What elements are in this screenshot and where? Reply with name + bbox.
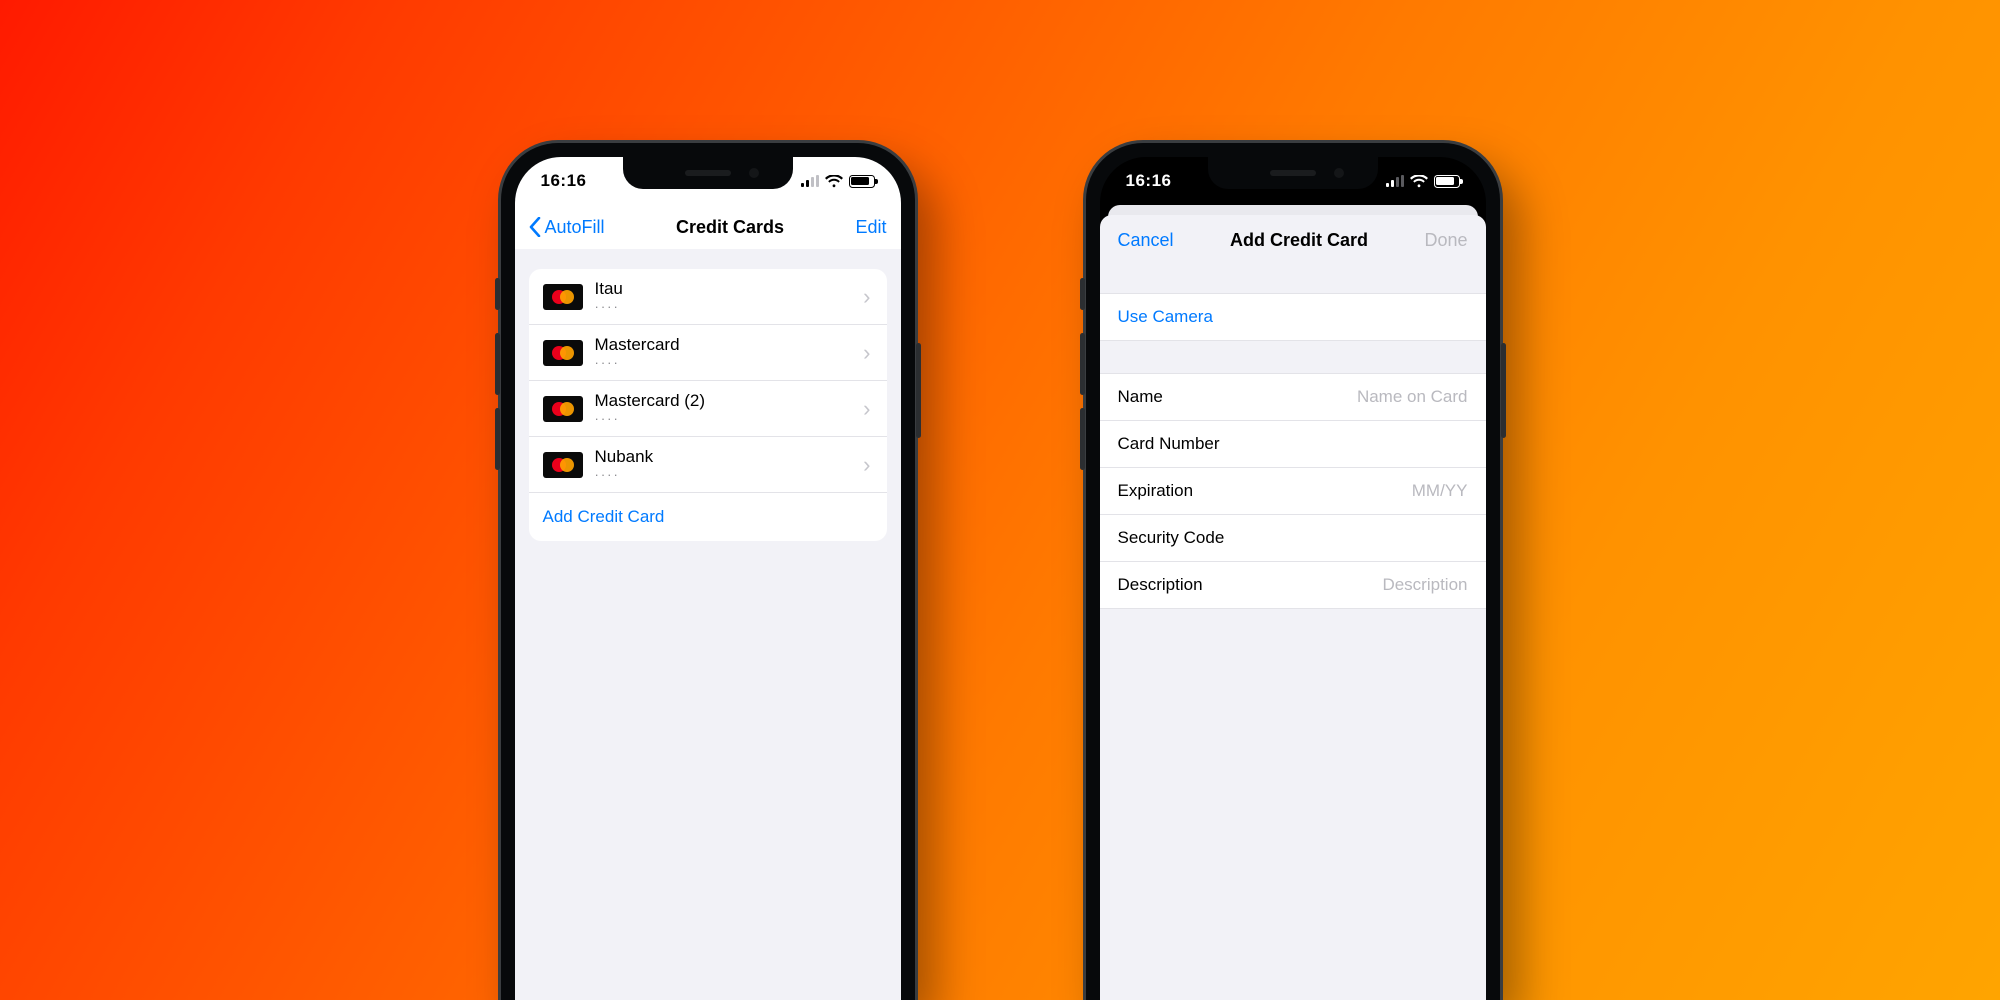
phones-row: 16:16 AutoFill <box>498 140 1503 1000</box>
sheet-title: Add Credit Card <box>1230 230 1368 251</box>
card-row[interactable]: Mastercard ···· › <box>529 325 887 381</box>
field-label: Expiration <box>1118 481 1194 501</box>
card-masked: ···· <box>595 356 852 369</box>
wifi-icon <box>825 175 843 188</box>
card-name: Mastercard (2) <box>595 392 852 411</box>
card-text: Nubank ···· <box>595 448 852 482</box>
cellular-icon <box>1386 175 1404 187</box>
mute-switch <box>1080 278 1085 310</box>
card-name: Nubank <box>595 448 852 467</box>
card-name: Mastercard <box>595 336 852 355</box>
chevron-right-icon: › <box>863 284 872 310</box>
card-row[interactable]: Mastercard (2) ···· › <box>529 381 887 437</box>
back-button[interactable]: AutoFill <box>529 217 605 238</box>
add-credit-card-button[interactable]: Add Credit Card <box>529 493 887 541</box>
expiration-field[interactable]: Expiration MM/YY <box>1100 468 1486 515</box>
speaker <box>1270 170 1316 176</box>
battery-icon <box>849 175 875 188</box>
mastercard-icon <box>543 284 583 310</box>
card-text: Mastercard ···· <box>595 336 852 370</box>
field-label: Description <box>1118 575 1203 595</box>
status-time: 16:16 <box>1126 171 1172 191</box>
mute-switch <box>495 278 500 310</box>
name-field[interactable]: Name Name on Card <box>1100 374 1486 421</box>
card-number-field[interactable]: Card Number <box>1100 421 1486 468</box>
credit-cards-content: Itau ···· › Mastercard ···· › <box>515 249 901 1000</box>
use-camera-section: Use Camera <box>1100 293 1486 341</box>
use-camera-button[interactable]: Use Camera <box>1100 294 1486 340</box>
volume-up-button <box>495 333 500 395</box>
navbar: AutoFill Credit Cards Edit <box>515 205 901 249</box>
mastercard-icon <box>543 452 583 478</box>
chevron-right-icon: › <box>863 452 872 478</box>
phone-left: 16:16 AutoFill <box>498 140 918 1000</box>
credit-cards-group: Itau ···· › Mastercard ···· › <box>529 269 887 541</box>
front-camera <box>749 168 759 178</box>
sheet-navbar: Cancel Add Credit Card Done <box>1100 215 1486 267</box>
field-placeholder: MM/YY <box>1412 481 1468 501</box>
status-indicators <box>801 175 875 188</box>
chevron-right-icon: › <box>863 340 872 366</box>
notch <box>1208 157 1378 189</box>
field-placeholder: Description <box>1382 575 1467 595</box>
cellular-icon <box>801 175 819 187</box>
field-label: Card Number <box>1118 434 1220 454</box>
battery-icon <box>1434 175 1460 188</box>
side-button <box>916 343 921 438</box>
edit-button[interactable]: Edit <box>855 217 886 238</box>
stage: 16:16 AutoFill <box>0 0 2000 1000</box>
card-text: Itau ···· <box>595 280 852 314</box>
done-button[interactable]: Done <box>1424 230 1467 251</box>
front-camera <box>1334 168 1344 178</box>
status-indicators <box>1386 175 1460 188</box>
card-text: Mastercard (2) ···· <box>595 392 852 426</box>
card-masked: ···· <box>595 412 852 425</box>
back-label: AutoFill <box>545 217 605 238</box>
screen-left: 16:16 AutoFill <box>515 157 901 1000</box>
card-masked: ···· <box>595 300 852 313</box>
navbar-title: Credit Cards <box>676 217 784 238</box>
volume-down-button <box>495 408 500 470</box>
card-row[interactable]: Nubank ···· › <box>529 437 887 493</box>
card-masked: ···· <box>595 468 852 481</box>
card-name: Itau <box>595 280 852 299</box>
mastercard-icon <box>543 340 583 366</box>
card-fields-section: Name Name on Card Card Number Expiration… <box>1100 373 1486 609</box>
screen-right: 16:16 Cancel Add Cr <box>1100 157 1486 1000</box>
card-row[interactable]: Itau ···· › <box>529 269 887 325</box>
wifi-icon <box>1410 175 1428 188</box>
field-placeholder: Name on Card <box>1357 387 1468 407</box>
add-card-sheet: Cancel Add Credit Card Done Use Camera N… <box>1100 215 1486 1000</box>
side-button <box>1501 343 1506 438</box>
security-code-field[interactable]: Security Code <box>1100 515 1486 562</box>
mastercard-icon <box>543 396 583 422</box>
chevron-right-icon: › <box>863 396 872 422</box>
speaker <box>685 170 731 176</box>
volume-up-button <box>1080 333 1085 395</box>
description-field[interactable]: Description Description <box>1100 562 1486 608</box>
status-time: 16:16 <box>541 171 587 191</box>
cancel-button[interactable]: Cancel <box>1118 230 1174 251</box>
volume-down-button <box>1080 408 1085 470</box>
phone-right: 16:16 Cancel Add Cr <box>1083 140 1503 1000</box>
field-label: Name <box>1118 387 1163 407</box>
field-label: Security Code <box>1118 528 1225 548</box>
notch <box>623 157 793 189</box>
chevron-left-icon <box>529 217 541 237</box>
